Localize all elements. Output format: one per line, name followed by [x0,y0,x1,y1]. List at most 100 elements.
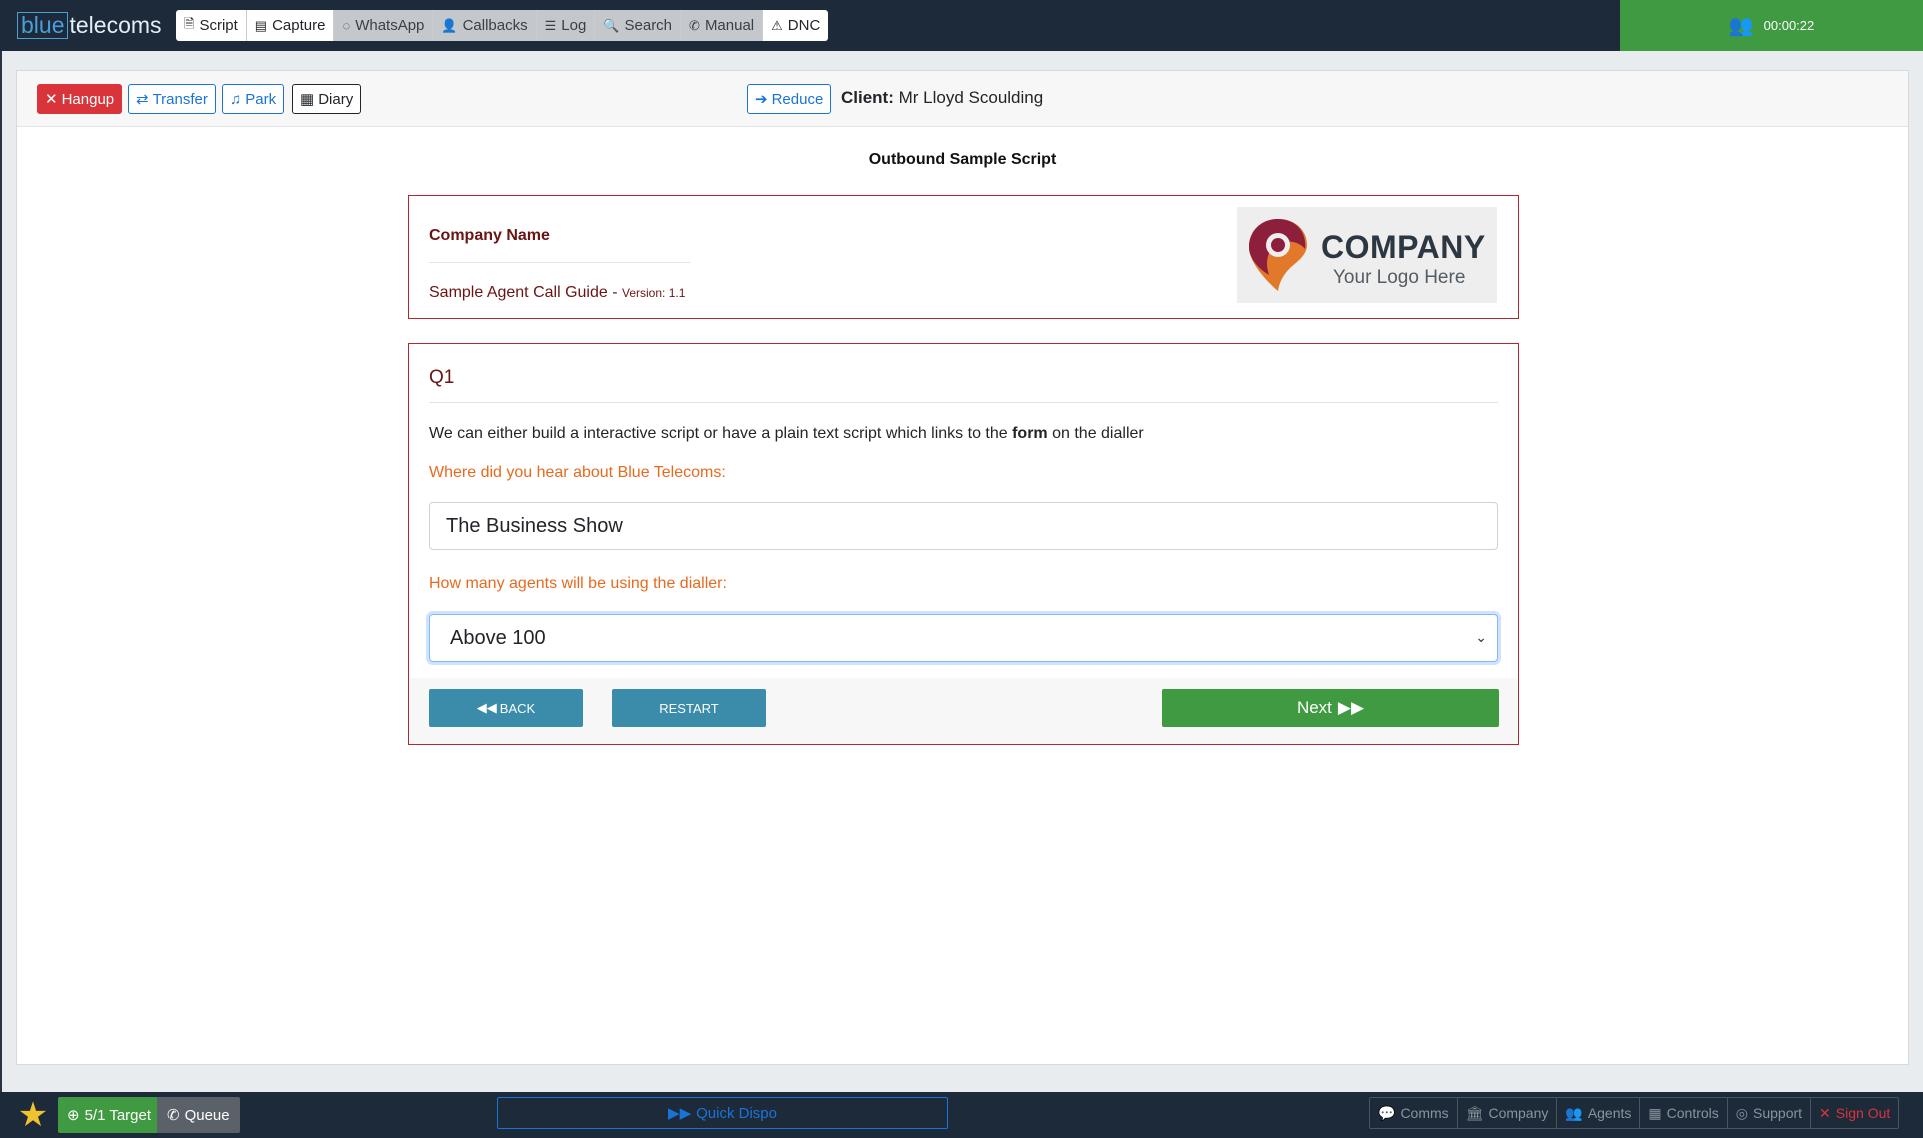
nav-whatsapp[interactable]: ◌ WhatsApp [334,10,434,41]
nav-capture[interactable]: ▤ Capture [246,10,335,41]
question-box: Q1 We can either build a interactive scr… [408,343,1519,745]
controls-label: Controls [1666,1105,1719,1121]
back-label: BACK [499,700,536,716]
nav-log[interactable]: ☰ Log [536,10,596,41]
divider [429,402,1498,403]
company-header-box: Company Name Sample Agent Call Guide - V… [408,195,1519,319]
user-clock-icon: 👤 [441,17,458,33]
target-button[interactable]: ⊕ 5/1 Target [58,1097,161,1133]
lifering-icon: ◎ [1735,1104,1748,1121]
nav-callbacks[interactable]: 👤 Callbacks [433,10,537,41]
call-action-bar: ✕ Hangup ⇄ Transfer ♫ Park ▦ Diary ➔ Reduce C… [17,71,1908,127]
comms-button[interactable]: 💬 Comms [1370,1098,1458,1128]
next-label: Next [1296,698,1332,717]
nav-capture-label: Capture [272,17,326,34]
comments-icon: 💬 [1378,1104,1396,1121]
users-icon: 👥 [1728,15,1754,37]
phone-icon: ✆ [689,17,700,33]
call-guide-title: Sample Agent Call Guide - Version: 1.1 [429,284,685,302]
grid-icon: ▦ [1648,1104,1662,1121]
controls-button[interactable]: ▦ Controls [1640,1098,1728,1128]
backward-icon: ◀◀ [476,700,497,715]
call-timer-value: 00:00:22 [1763,18,1815,33]
top-navbar: blue telecoms 🗎 Script ▤ Capture ◌ WhatsApp … [0,0,1923,51]
nav-log-label: Log [561,17,587,34]
divider [429,262,690,263]
forward-icon: ▶▶ [668,1105,692,1122]
park-button[interactable]: ♫ Park [222,84,285,114]
agents-button[interactable]: 👥 Agents [1557,1098,1641,1128]
close-icon: ✕ [1819,1104,1831,1121]
hear-about-input[interactable] [429,502,1498,550]
back-button[interactable]: ◀◀ BACK [429,689,583,727]
client-info: Client: Mr Lloyd Scoulding [841,88,1043,108]
client-label: Client: [841,88,894,107]
quick-dispo-button[interactable]: ▶▶ Quick Dispo [497,1097,948,1129]
support-button[interactable]: ◎ Support [1728,1098,1812,1128]
nav-manual[interactable]: ✆ Manual [681,10,764,41]
call-guide-text: Sample Agent Call Guide - [429,284,622,301]
nav-whatsapp-label: WhatsApp [355,17,425,34]
brand-part-blue: blue [17,12,69,39]
reduce-label: Reduce [771,90,824,108]
arrow-circle-right-icon: ➔ [755,91,768,108]
company-button[interactable]: 🏛 Company [1458,1098,1558,1128]
main-nav: 🗎 Script ▤ Capture ◌ WhatsApp 👤 Callbacks ☰ L… [176,10,829,41]
exchange-icon: ⇄ [136,91,149,108]
restart-button[interactable]: RESTART [612,689,766,727]
forward-icon: ▶▶ [1337,698,1365,717]
script-card: ✕ Hangup ⇄ Transfer ♫ Park ▦ Diary ➔ Reduce C… [16,70,1909,1065]
nav-search[interactable]: 🔍 Search [595,10,682,41]
agents-label: Agents [1587,1105,1632,1121]
nav-dnc[interactable]: ⚠ DNC [763,10,829,41]
search-icon: 🔍 [603,17,620,33]
script-title: Outbound Sample Script [868,151,1057,168]
diary-label: Diary [318,90,354,108]
question-text-bold: form [1012,425,1048,442]
client-name: Mr Lloyd Scoulding [898,88,1044,107]
queue-button[interactable]: ✆ Queue [157,1097,240,1133]
hangup-label: Hangup [61,90,115,108]
star-icon[interactable]: ★ [10,1095,56,1135]
left-edge-strip [0,51,2,1092]
target-label: 5/1 Target [84,1106,152,1124]
version-text: Version: 1.1 [622,286,686,300]
brand-part-telecoms: telecoms [69,12,162,38]
park-label: Park [245,90,277,108]
call-timer: 👥 00:00:22 [1620,0,1923,51]
question-footer: ◀◀ BACK RESTART Next ▶▶ [410,678,1517,744]
question-title: Q1 [429,367,455,388]
list-alt-icon: ▤ [254,17,268,33]
hangup-button[interactable]: ✕ Hangup [37,84,123,114]
question-text-before: We can either build a interactive script… [429,425,1013,442]
support-label: Support [1753,1105,1803,1121]
transfer-button[interactable]: ⇄ Transfer [128,84,216,114]
building-icon: 🏛 [1465,1104,1484,1121]
quick-dispo-label: Quick Dispo [696,1104,777,1122]
users-icon: 👥 [1565,1104,1583,1121]
hear-about-label: Where did you hear about Blue Telecoms: [429,464,726,481]
nav-manual-label: Manual [704,17,755,34]
question-text: We can either build a interactive script… [429,425,1144,443]
company-logo: COMPANY Your Logo Here [1237,207,1497,303]
logo-subtitle: Your Logo Here [1333,267,1466,288]
company-label: Company [1488,1105,1549,1121]
agents-count-select[interactable]: Above 100 ⌄ [429,614,1498,662]
logo-title: COMPANY [1321,229,1486,265]
restart-label: RESTART [659,700,719,716]
next-button[interactable]: Next ▶▶ [1162,689,1499,727]
whatsapp-icon: ◌ [342,18,351,33]
agents-count-value: Above 100 [450,626,546,649]
nav-callbacks-label: Callbacks [462,17,528,34]
brand-logo[interactable]: blue telecoms [17,12,162,39]
chevron-down-icon: ⌄ [1475,629,1487,645]
reduce-button[interactable]: ➔ Reduce [747,84,832,114]
sign-out-button[interactable]: ✕ Sign Out [1811,1098,1898,1128]
diary-button[interactable]: ▦ Diary [292,84,362,114]
nav-script-label: Script [199,17,238,34]
nav-dnc-label: DNC [787,17,821,34]
nav-script[interactable]: 🗎 Script [176,10,247,41]
bottom-right-menu: 💬 Comms 🏛 Company 👥 Agents ▦ Controls ◎ Suppo… [1369,1097,1900,1129]
calendar-icon: ▦ [300,91,315,108]
close-icon: ✕ [45,91,58,108]
